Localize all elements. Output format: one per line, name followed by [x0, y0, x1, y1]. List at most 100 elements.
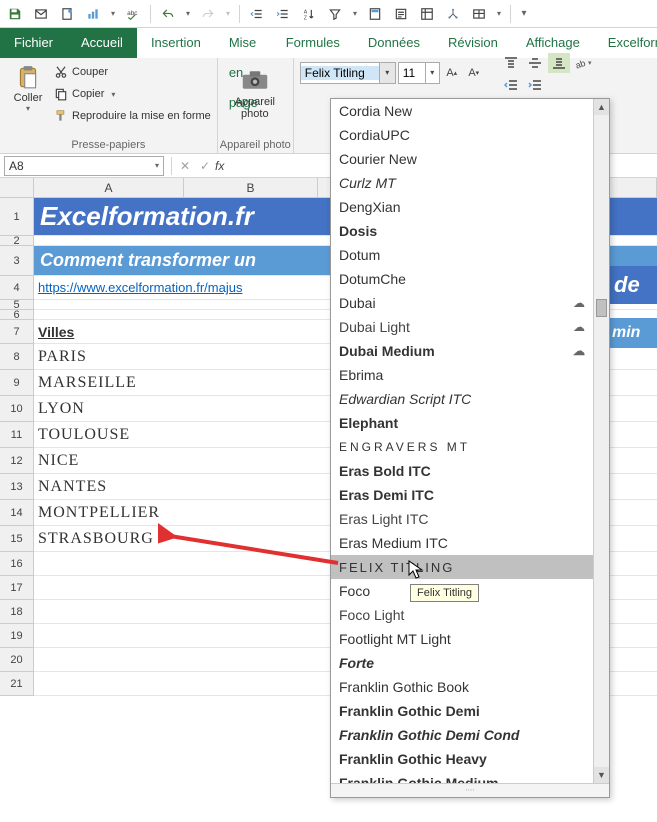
font-option[interactable]: Franklin Gothic Heavy [331, 747, 593, 771]
spellcheck-icon[interactable]: abc [122, 3, 144, 25]
row-header[interactable]: 8 [0, 344, 34, 370]
align-bottom-icon[interactable] [548, 53, 570, 73]
row-header[interactable]: 11 [0, 422, 34, 448]
font-option[interactable]: Foco Light [331, 603, 593, 627]
font-option[interactable]: DotumChe [331, 267, 593, 291]
column-header[interactable]: A [34, 178, 184, 197]
dropdown-icon[interactable]: ▾ [350, 9, 360, 18]
table-icon[interactable] [468, 3, 490, 25]
row-header[interactable]: 13 [0, 474, 34, 500]
font-option[interactable]: Edwardian Script ITC [331, 387, 593, 411]
chevron-down-icon[interactable]: ▾ [425, 63, 439, 83]
font-option[interactable]: Dubai Light☁ [331, 315, 593, 339]
font-option[interactable]: Dotum [331, 243, 593, 267]
font-option[interactable]: Eras Medium ITC [331, 531, 593, 555]
hierarchy-icon[interactable] [442, 3, 464, 25]
filter-icon[interactable] [324, 3, 346, 25]
chevron-down-icon[interactable]: ▾ [155, 161, 159, 170]
tab-file[interactable]: Fichier [0, 28, 67, 58]
scroll-down-icon[interactable]: ▼ [594, 767, 609, 783]
format-painter-button[interactable]: Reproduire la mise en forme [54, 106, 211, 126]
row-header[interactable]: 17 [0, 576, 34, 600]
dropdown-icon[interactable]: ▾ [494, 9, 504, 18]
indent-icon[interactable] [272, 3, 294, 25]
scrollbar[interactable]: ▲ ▼ [593, 99, 609, 783]
row-header[interactable]: 21 [0, 672, 34, 696]
orientation-icon[interactable]: ab▾ [572, 53, 594, 73]
font-option[interactable]: Forte [331, 651, 593, 675]
chevron-down-icon[interactable]: ▾ [111, 90, 115, 99]
font-option[interactable]: Courier New [331, 147, 593, 171]
font-size-input[interactable] [399, 66, 425, 80]
font-option[interactable]: Eras Light ITC [331, 507, 593, 531]
font-option[interactable]: Franklin Gothic Medium [331, 771, 593, 783]
camera-button[interactable]: Appareil photo [220, 62, 290, 120]
increase-font-icon[interactable]: A▴ [442, 62, 462, 84]
font-name-input[interactable] [301, 66, 379, 80]
row-header[interactable]: 14 [0, 500, 34, 526]
row-header[interactable]: 12 [0, 448, 34, 474]
resize-handle-icon[interactable]: ∙∙∙∙ [331, 783, 609, 797]
mail-icon[interactable] [30, 3, 52, 25]
font-option[interactable]: Eras Bold ITC [331, 459, 593, 483]
tab-accueil[interactable]: Accueil [67, 28, 137, 58]
row-header[interactable]: 10 [0, 396, 34, 422]
row-header[interactable]: 19 [0, 624, 34, 648]
row-header[interactable]: 20 [0, 648, 34, 672]
scroll-thumb[interactable] [596, 299, 607, 317]
font-option[interactable]: Curlz MT [331, 171, 593, 195]
font-option[interactable]: FELIX TITLING [331, 555, 593, 579]
row-header[interactable]: 15 [0, 526, 34, 552]
column-header[interactable]: B [184, 178, 318, 197]
customize-qat-icon[interactable]: ▾ [517, 3, 531, 25]
font-size-combo[interactable]: ▾ [398, 62, 440, 84]
row-header[interactable]: 18 [0, 600, 34, 624]
font-option[interactable]: Footlight MT Light [331, 627, 593, 651]
font-option[interactable]: Elephant [331, 411, 593, 435]
undo-icon[interactable] [157, 3, 179, 25]
tab-extra[interactable]: Excelform [594, 28, 657, 58]
cut-button[interactable]: Couper [54, 62, 211, 82]
outdent-icon[interactable] [500, 75, 522, 95]
tab-miseenpage[interactable]: Mise en page [215, 28, 272, 58]
font-option[interactable]: Franklin Gothic Demi [331, 699, 593, 723]
select-all-corner[interactable] [0, 178, 34, 197]
indent-icon[interactable] [524, 75, 546, 95]
name-box[interactable]: A8 ▾ [4, 156, 164, 176]
save-icon[interactable] [4, 3, 26, 25]
row-header[interactable]: 1 [0, 198, 34, 236]
cancel-icon[interactable]: ✕ [175, 159, 195, 173]
confirm-icon[interactable]: ✓ [195, 159, 215, 173]
font-option[interactable]: Eras Demi ITC [331, 483, 593, 507]
outdent-icon[interactable] [246, 3, 268, 25]
decrease-font-icon[interactable]: A▾ [464, 62, 484, 84]
font-option[interactable]: Dubai☁ [331, 291, 593, 315]
dropdown-icon[interactable]: ▾ [108, 9, 118, 18]
font-name-combo[interactable]: ▾ [300, 62, 396, 84]
paste-button[interactable]: Coller ▾ [6, 62, 50, 126]
tab-insertion[interactable]: Insertion [137, 28, 215, 58]
font-option[interactable]: Franklin Gothic Demi Cond [331, 723, 593, 747]
font-option[interactable]: DengXian [331, 195, 593, 219]
row-header[interactable]: 2 [0, 236, 34, 246]
pivot-icon[interactable] [416, 3, 438, 25]
font-option[interactable]: Ebrima [331, 363, 593, 387]
row-header[interactable]: 7 [0, 320, 34, 344]
copy-button[interactable]: Copier▾ [54, 84, 211, 104]
chart-icon[interactable] [82, 3, 104, 25]
row-header[interactable]: 6 [0, 310, 34, 320]
align-middle-icon[interactable] [524, 53, 546, 73]
align-top-icon[interactable] [500, 53, 522, 73]
row-header[interactable]: 16 [0, 552, 34, 576]
fx-icon[interactable]: fx [215, 159, 235, 173]
form-icon[interactable] [390, 3, 412, 25]
font-option[interactable]: Dosis [331, 219, 593, 243]
redo-icon[interactable] [197, 3, 219, 25]
font-option[interactable]: CordiaUPC [331, 123, 593, 147]
font-option[interactable]: Dubai Medium☁ [331, 339, 593, 363]
tab-formules[interactable]: Formules [272, 28, 354, 58]
row-header[interactable]: 3 [0, 246, 34, 276]
row-header[interactable]: 4 [0, 276, 34, 300]
font-option[interactable]: ENGRAVERS MT [331, 435, 593, 459]
scroll-up-icon[interactable]: ▲ [594, 99, 609, 115]
